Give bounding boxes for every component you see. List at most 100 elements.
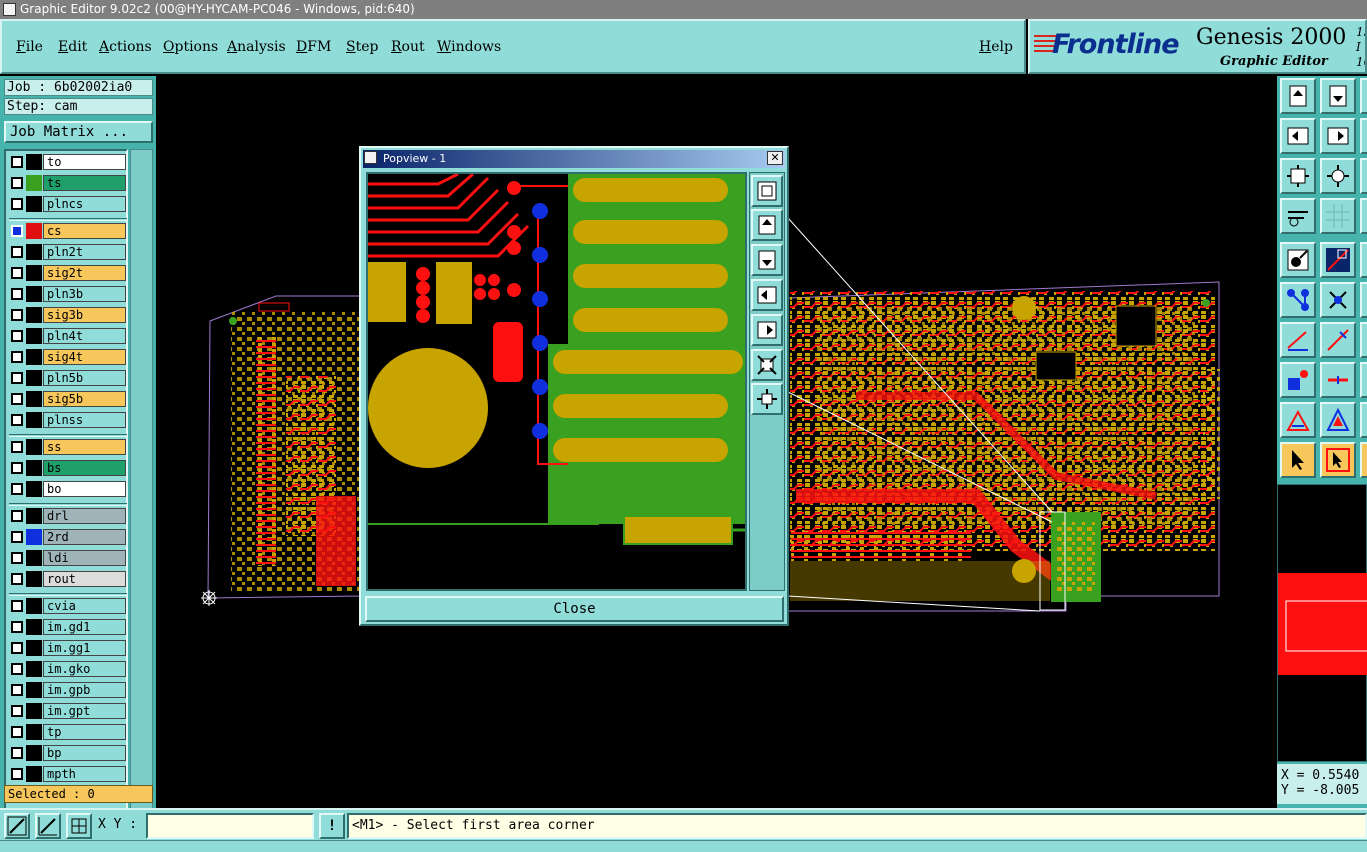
layer-name[interactable]: sig4t bbox=[43, 349, 126, 365]
layer-name[interactable]: cvia bbox=[43, 598, 126, 614]
layer-color-swatch[interactable] bbox=[26, 508, 42, 524]
layer-row-ts[interactable]: ts bbox=[9, 175, 127, 191]
layer-checkbox[interactable] bbox=[11, 414, 23, 426]
layer-color-swatch[interactable] bbox=[26, 370, 42, 386]
job-matrix-button[interactable]: Job Matrix ... bbox=[4, 121, 153, 143]
grid-icon[interactable] bbox=[1320, 198, 1356, 234]
popview-pan-down-icon[interactable] bbox=[751, 244, 783, 276]
layer-checkbox[interactable] bbox=[11, 288, 23, 300]
layer-checkbox[interactable] bbox=[11, 267, 23, 279]
menu-step[interactable]: Step bbox=[346, 39, 378, 55]
split-line-icon[interactable] bbox=[1320, 362, 1356, 398]
layer-checkbox[interactable] bbox=[11, 462, 23, 474]
layer-row-sig3b[interactable]: sig3b bbox=[9, 307, 127, 323]
pan-down-icon[interactable] bbox=[1320, 78, 1356, 114]
layer-name[interactable]: to bbox=[43, 154, 126, 170]
layer-color-swatch[interactable] bbox=[26, 550, 42, 566]
layer-name[interactable]: im.gd1 bbox=[43, 619, 126, 635]
toolbar-button-partial[interactable] bbox=[1360, 118, 1367, 154]
layer-row-pln2t[interactable]: pln2t bbox=[9, 244, 127, 260]
layer-row-im.gko[interactable]: im.gko bbox=[9, 661, 127, 677]
layer-row-pln5b[interactable]: pln5b bbox=[9, 370, 127, 386]
layer-name[interactable]: im.gg1 bbox=[43, 640, 126, 656]
layer-color-swatch[interactable] bbox=[26, 571, 42, 587]
toolbar-button-partial[interactable] bbox=[1360, 442, 1367, 478]
layer-color-swatch[interactable] bbox=[26, 724, 42, 740]
layer-checkbox[interactable] bbox=[11, 198, 23, 210]
layer-checkbox[interactable] bbox=[11, 372, 23, 384]
toolbar-button-partial[interactable] bbox=[1360, 198, 1367, 234]
layer-row-cs[interactable]: cs bbox=[9, 223, 127, 239]
layer-color-swatch[interactable] bbox=[26, 265, 42, 281]
layer-checkbox[interactable] bbox=[11, 642, 23, 654]
layer-checkbox[interactable] bbox=[11, 705, 23, 717]
layer-checkbox[interactable] bbox=[11, 684, 23, 696]
overview-map[interactable] bbox=[1277, 484, 1367, 762]
layer-name[interactable]: plnss bbox=[43, 412, 126, 428]
layer-row-pln3b[interactable]: pln3b bbox=[9, 286, 127, 302]
layer-row-bs[interactable]: bs bbox=[9, 460, 127, 476]
layer-name[interactable]: bs bbox=[43, 460, 126, 476]
pan-up-icon[interactable] bbox=[1280, 78, 1316, 114]
layer-checkbox[interactable] bbox=[11, 351, 23, 363]
layer-checkbox[interactable] bbox=[11, 747, 23, 759]
add-pad-icon[interactable] bbox=[1280, 362, 1316, 398]
layer-checkbox[interactable] bbox=[11, 330, 23, 342]
layer-color-swatch[interactable] bbox=[26, 682, 42, 698]
layer-color-swatch[interactable] bbox=[26, 745, 42, 761]
layer-name[interactable]: 2rd bbox=[43, 529, 126, 545]
layer-checkbox[interactable] bbox=[11, 531, 23, 543]
layer-name[interactable]: sig3b bbox=[43, 307, 126, 323]
toolbar-button-partial[interactable] bbox=[1360, 78, 1367, 114]
layer-name[interactable]: bp bbox=[43, 745, 126, 761]
layer-checkbox[interactable] bbox=[11, 156, 23, 168]
measure-icon[interactable] bbox=[1280, 198, 1316, 234]
toolbar-button-partial[interactable] bbox=[1360, 242, 1367, 278]
pan-left-icon[interactable] bbox=[1280, 118, 1316, 154]
draw-line-icon[interactable] bbox=[1320, 322, 1356, 358]
layer-row-im.gg1[interactable]: im.gg1 bbox=[9, 640, 127, 656]
menu-actions[interactable]: Actions bbox=[99, 39, 152, 55]
menu-options[interactable]: Options bbox=[163, 39, 218, 55]
select-feature-icon[interactable] bbox=[1280, 242, 1316, 278]
net-connect-icon[interactable] bbox=[1280, 282, 1316, 318]
cross-node-icon[interactable] bbox=[1320, 282, 1356, 318]
layer-row-im.gpt[interactable]: im.gpt bbox=[9, 703, 127, 719]
snap-mode-icon[interactable] bbox=[35, 813, 61, 839]
layer-name[interactable]: sig5b bbox=[43, 391, 126, 407]
layer-color-swatch[interactable] bbox=[26, 391, 42, 407]
layer-color-swatch[interactable] bbox=[26, 460, 42, 476]
info-button[interactable]: ! bbox=[319, 813, 345, 839]
menu-windows[interactable]: Windows bbox=[437, 39, 501, 55]
layer-checkbox[interactable] bbox=[11, 621, 23, 633]
pointer-box-icon[interactable] bbox=[1320, 442, 1356, 478]
layer-checkbox[interactable] bbox=[11, 663, 23, 675]
layer-name[interactable]: ss bbox=[43, 439, 126, 455]
layer-name[interactable]: plncs bbox=[43, 196, 126, 212]
layer-name[interactable]: pln4t bbox=[43, 328, 126, 344]
menu-edit[interactable]: Edit bbox=[58, 39, 87, 55]
layer-name[interactable]: bo bbox=[43, 481, 126, 497]
layer-row-2rd[interactable]: 2rd bbox=[9, 529, 127, 545]
layer-color-swatch[interactable] bbox=[26, 154, 42, 170]
layer-color-swatch[interactable] bbox=[26, 223, 42, 239]
zoom-home-icon[interactable] bbox=[1280, 158, 1316, 194]
layer-checkbox[interactable] bbox=[11, 483, 23, 495]
layer-color-swatch[interactable] bbox=[26, 196, 42, 212]
layer-color-swatch[interactable] bbox=[26, 619, 42, 635]
toolbar-button-partial[interactable] bbox=[1360, 282, 1367, 318]
pointer-select-icon[interactable] bbox=[1280, 442, 1316, 478]
layer-color-swatch[interactable] bbox=[26, 766, 42, 782]
layer-color-swatch[interactable] bbox=[26, 661, 42, 677]
line-mode-icon[interactable] bbox=[4, 813, 30, 839]
layer-name[interactable]: pln5b bbox=[43, 370, 126, 386]
layer-row-ss[interactable]: ss bbox=[9, 439, 127, 455]
layer-checkbox[interactable] bbox=[11, 225, 23, 237]
layer-row-pln4t[interactable]: pln4t bbox=[9, 328, 127, 344]
layer-name[interactable]: im.gko bbox=[43, 661, 126, 677]
layer-row-sig4t[interactable]: sig4t bbox=[9, 349, 127, 365]
layer-checkbox[interactable] bbox=[11, 552, 23, 564]
toolbar-button-partial[interactable] bbox=[1360, 402, 1367, 438]
pan-right-icon[interactable] bbox=[1320, 118, 1356, 154]
layer-row-tp[interactable]: tp bbox=[9, 724, 127, 740]
